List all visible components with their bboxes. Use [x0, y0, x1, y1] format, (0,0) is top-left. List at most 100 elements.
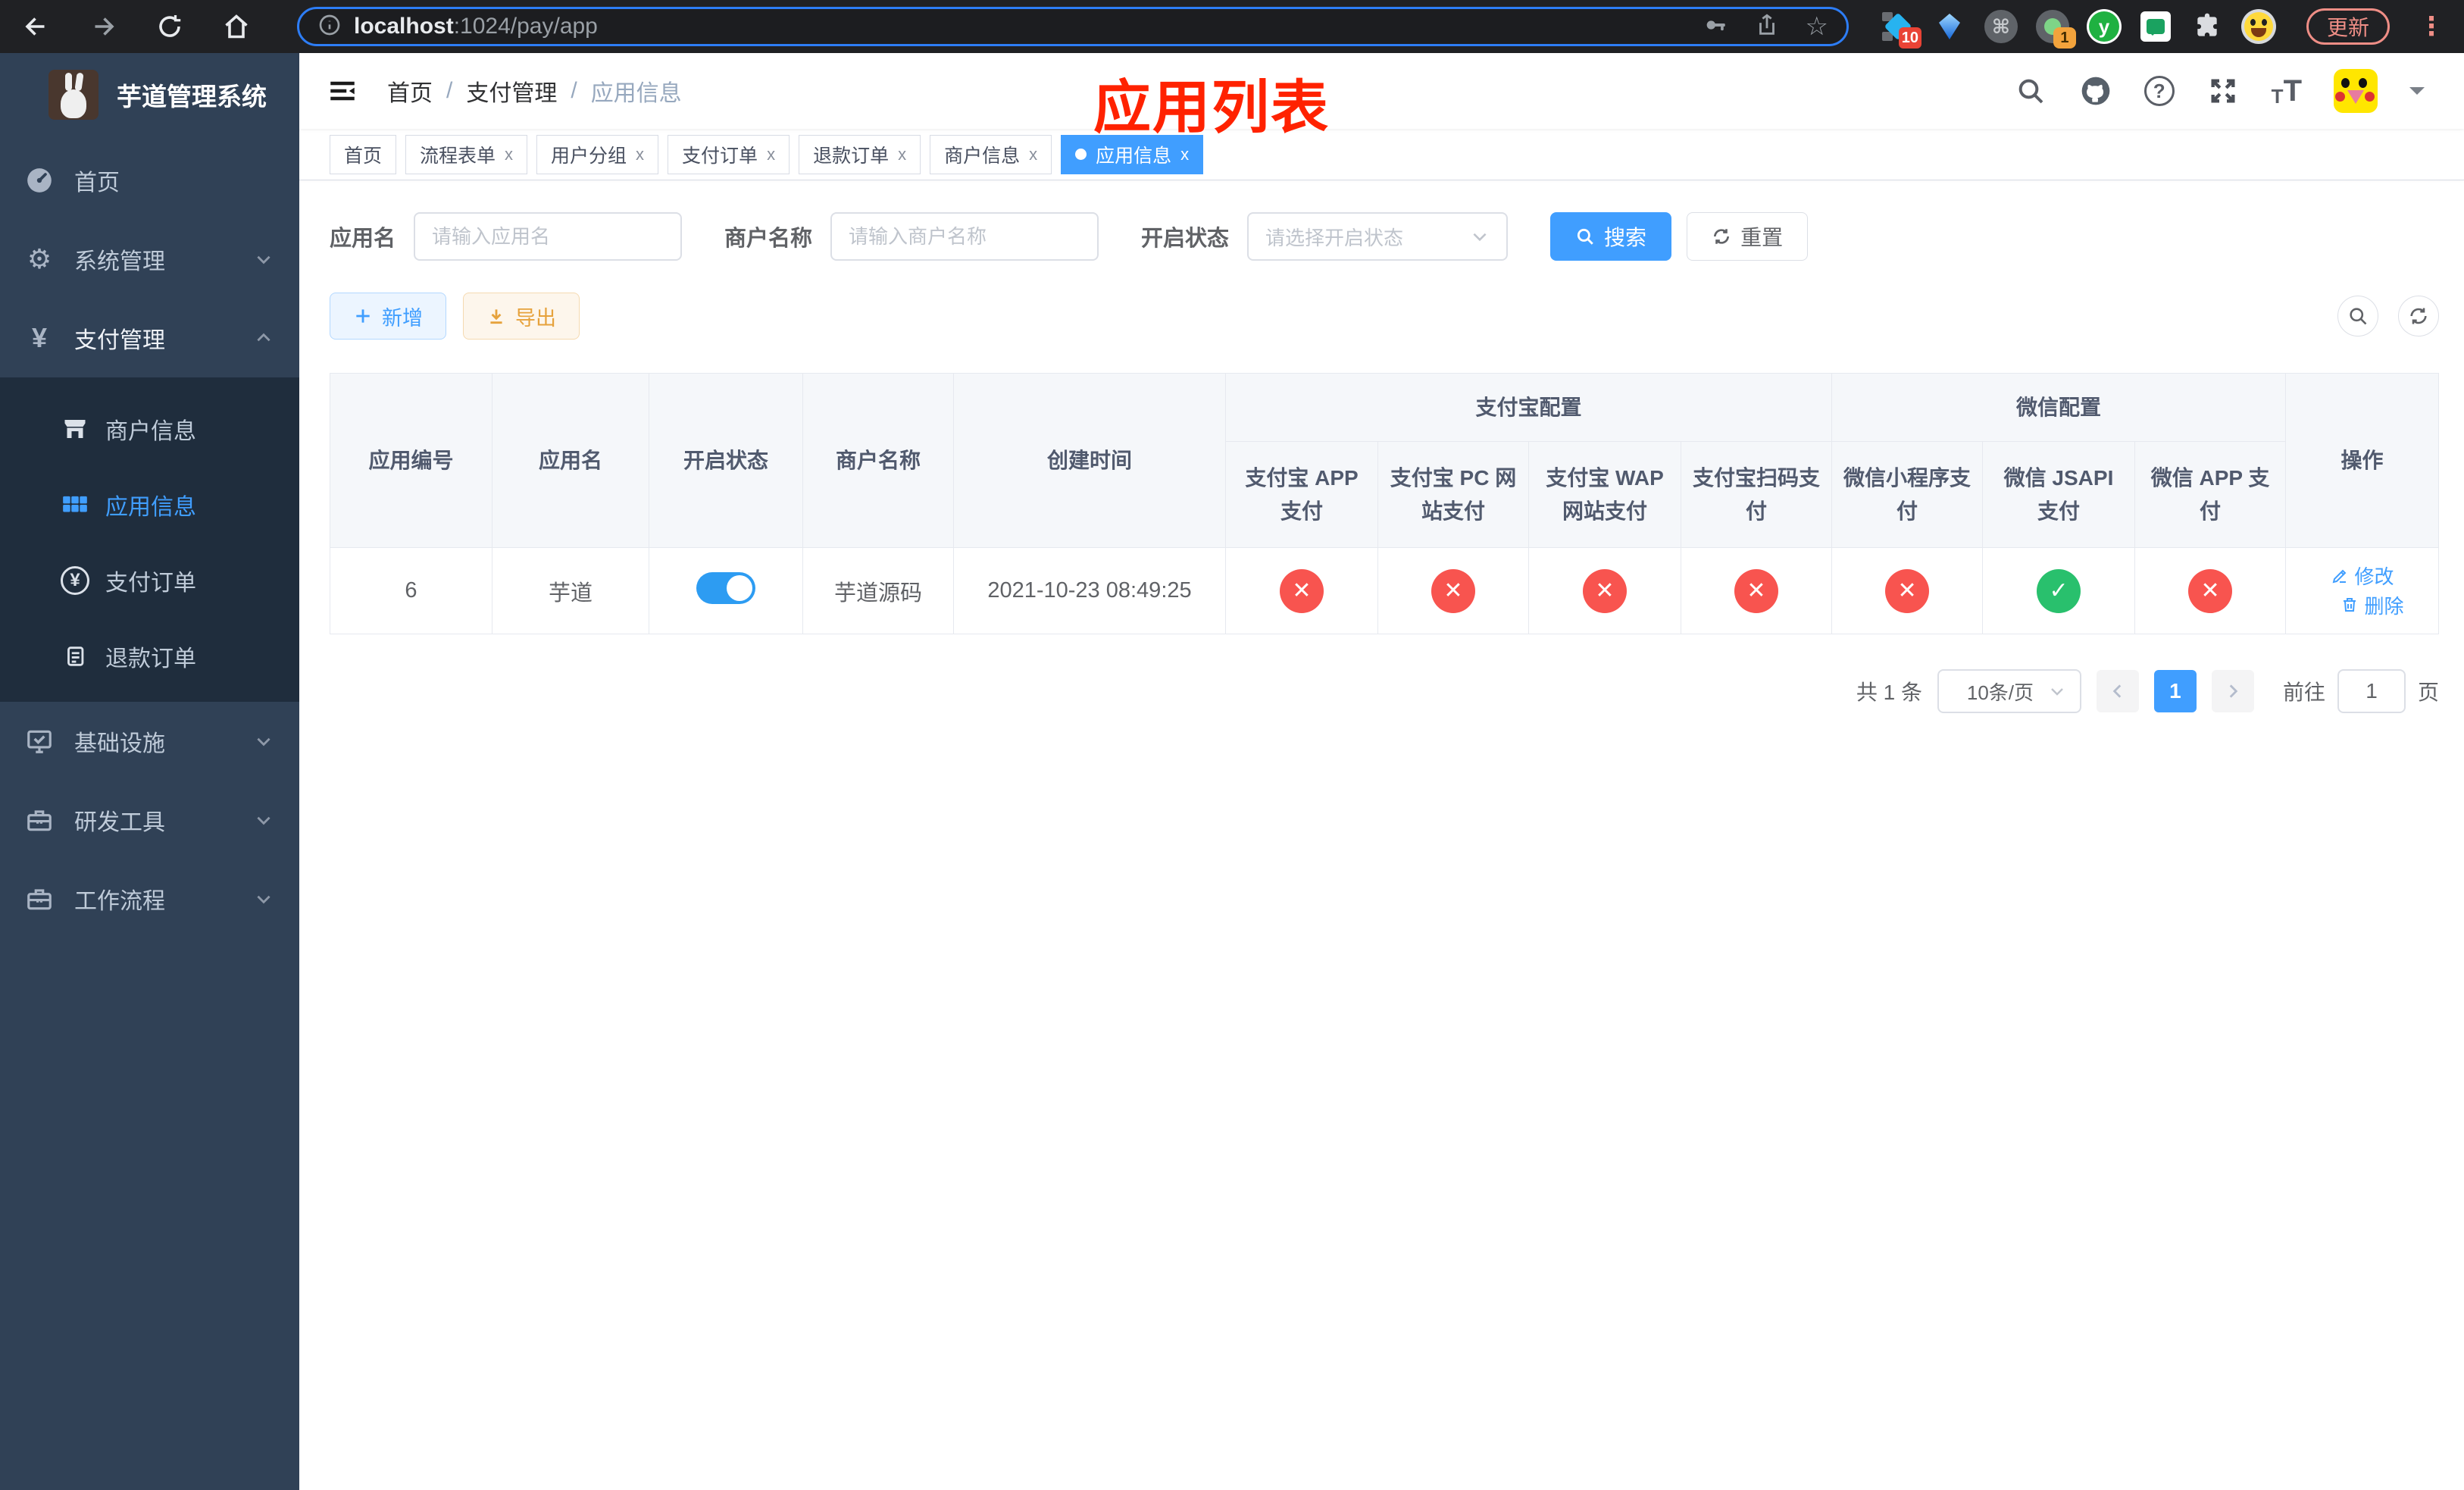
- sidebar-item-pay-order[interactable]: ¥ 支付订单: [0, 543, 299, 618]
- chevron-down-icon: [254, 731, 274, 751]
- sidebar-item-merchant-info[interactable]: 商户信息: [0, 391, 299, 467]
- bookmark-star-icon[interactable]: ☆: [1806, 14, 1828, 39]
- sidebar-item-dev-tools[interactable]: 研发工具: [0, 781, 299, 859]
- page-number-button[interactable]: 1: [2153, 670, 2197, 712]
- extensions-puzzle-icon[interactable]: [2190, 9, 2225, 44]
- toggle-search-button[interactable]: [2337, 296, 2378, 337]
- trash-icon: [2343, 598, 2356, 612]
- sidebar-logo-row[interactable]: 芋道管理系统: [0, 53, 299, 136]
- extension-recorder-icon[interactable]: 1: [2035, 9, 2076, 49]
- extension-badge: 10: [1898, 27, 1921, 49]
- tag-close-icon[interactable]: x: [1180, 145, 1189, 164]
- plus-icon: [356, 309, 370, 323]
- url-text[interactable]: localhost:1024/pay/app: [354, 14, 1690, 39]
- tag-close-icon[interactable]: x: [1029, 145, 1037, 164]
- browser-menu-icon[interactable]: ⋮: [2419, 11, 2444, 42]
- prev-page-button[interactable]: [2096, 670, 2139, 712]
- delete-link[interactable]: 删除: [2340, 591, 2404, 619]
- add-button[interactable]: 新增: [330, 293, 446, 340]
- tag-process-form[interactable]: 流程表单 x: [405, 134, 528, 174]
- chevron-down-icon: [254, 889, 274, 909]
- col-header-app-name: 应用名: [492, 373, 649, 548]
- col-header-alipay-pc: 支付宝 PC 网站支付: [1377, 441, 1529, 548]
- extension-badge: 1: [2053, 27, 2076, 49]
- url-path: :1024/pay/app: [453, 14, 598, 39]
- tag-pay-order[interactable]: 支付订单 x: [668, 134, 790, 174]
- tag-home[interactable]: 首页: [330, 134, 397, 174]
- sidebar-item-label: 研发工具: [74, 810, 165, 835]
- status-select[interactable]: 请选择开启状态: [1247, 212, 1509, 261]
- sidebar-item-label: 支付管理: [74, 328, 165, 353]
- sidebar-item-refund-order[interactable]: 退款订单: [0, 618, 299, 694]
- next-page-button[interactable]: [2211, 670, 2254, 712]
- back-icon[interactable]: [20, 10, 53, 43]
- dashboard-icon: [23, 166, 56, 195]
- sidebar-item-system[interactable]: ⚙ 系统管理: [0, 220, 299, 299]
- browser-toolbar: localhost:1024/pay/app ☆ 10 ⌘ 1 y 更新 ⋮: [0, 0, 2464, 53]
- tag-merchant-info[interactable]: 商户信息 x: [930, 134, 1052, 174]
- toolbox-icon: [23, 884, 56, 913]
- chevron-right-icon: [2229, 684, 2238, 698]
- share-icon[interactable]: [1754, 12, 1780, 42]
- extension-diamond-icon[interactable]: 10: [1881, 9, 1921, 49]
- extension-y-icon[interactable]: y: [2086, 9, 2122, 44]
- help-icon[interactable]: ?: [2143, 76, 2175, 106]
- browser-profile-avatar[interactable]: [2240, 9, 2276, 44]
- wechat-app-status-icon: [2188, 568, 2233, 613]
- sidebar-item-workflow[interactable]: 工作流程: [0, 859, 299, 938]
- refresh-table-button[interactable]: [2398, 296, 2439, 337]
- cell-merchant: 芋道源码: [802, 547, 954, 634]
- site-info-icon[interactable]: [317, 13, 342, 41]
- avatar-caret-icon[interactable]: [2409, 87, 2425, 102]
- page-size-select[interactable]: 10条/页: [1937, 669, 2081, 713]
- merchant-name-input[interactable]: [830, 212, 1099, 261]
- forward-icon[interactable]: [86, 10, 120, 43]
- sidebar-item-app-info[interactable]: 应用信息: [0, 467, 299, 543]
- tag-close-icon[interactable]: x: [767, 145, 775, 164]
- extension-gem-icon[interactable]: [1932, 9, 1967, 44]
- sidebar-item-label: 工作流程: [74, 889, 165, 914]
- address-bar[interactable]: localhost:1024/pay/app ☆: [297, 7, 1849, 46]
- grid-icon: [58, 490, 92, 519]
- tag-close-icon[interactable]: x: [898, 145, 906, 164]
- refresh-icon: [2410, 308, 2427, 324]
- gear-icon: ⚙: [27, 243, 52, 274]
- reset-button[interactable]: 重置: [1687, 212, 1809, 261]
- password-key-icon[interactable]: [1703, 12, 1728, 42]
- breadcrumb-home[interactable]: 首页: [387, 74, 433, 108]
- cell-app-name: 芋道: [492, 547, 649, 634]
- wechat-mini-status-icon: [1885, 568, 1930, 613]
- search-button[interactable]: 搜索: [1550, 212, 1672, 261]
- chevron-left-icon: [2112, 684, 2122, 698]
- tag-close-icon[interactable]: x: [636, 145, 644, 164]
- github-icon[interactable]: [2079, 74, 2112, 108]
- reload-icon[interactable]: [153, 10, 186, 43]
- export-button[interactable]: 导出: [463, 293, 580, 340]
- user-avatar[interactable]: [2334, 69, 2378, 113]
- search-icon[interactable]: [2014, 74, 2047, 108]
- cell-app-id: 6: [330, 547, 492, 634]
- sidebar-collapse-icon[interactable]: [327, 75, 358, 107]
- sidebar-item-home[interactable]: 首页: [0, 141, 299, 220]
- app-name-input[interactable]: [414, 212, 683, 261]
- chevron-down-icon: [254, 249, 274, 269]
- font-size-icon[interactable]: TT: [2272, 76, 2302, 106]
- tag-refund-order[interactable]: 退款订单 x: [799, 134, 921, 174]
- chrome-update-button[interactable]: 更新: [2306, 8, 2390, 45]
- home-icon[interactable]: [220, 10, 253, 43]
- goto-page-input[interactable]: [2337, 669, 2406, 713]
- sidebar-item-label: 应用信息: [105, 495, 196, 520]
- tag-user-group[interactable]: 用户分组 x: [536, 134, 659, 174]
- tag-close-icon[interactable]: x: [505, 145, 513, 164]
- edit-link[interactable]: 修改: [2331, 562, 2394, 590]
- breadcrumb-payment[interactable]: 支付管理: [466, 74, 557, 108]
- top-navbar: 首页 / 支付管理 / 应用信息 应用列表 ? T T: [299, 53, 2464, 140]
- extension-chat-icon[interactable]: [2138, 9, 2173, 44]
- sidebar-item-payment[interactable]: ¥ 支付管理: [0, 299, 299, 377]
- extension-command-icon[interactable]: ⌘: [1984, 9, 2018, 44]
- sidebar-item-label: 支付订单: [105, 571, 196, 596]
- extensions-cluster: 10 ⌘ 1 y 更新 ⋮: [1881, 8, 2444, 49]
- sidebar-item-infrastructure[interactable]: 基础设施: [0, 702, 299, 781]
- status-toggle[interactable]: [696, 571, 755, 604]
- fullscreen-icon[interactable]: [2206, 74, 2240, 108]
